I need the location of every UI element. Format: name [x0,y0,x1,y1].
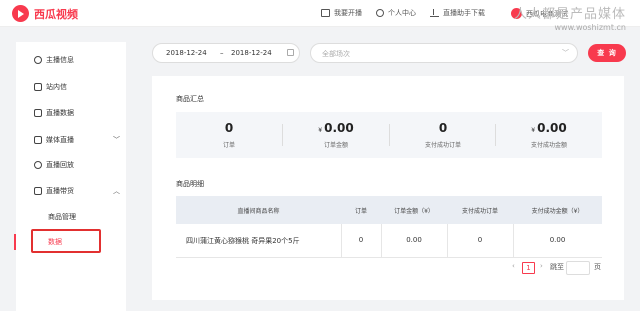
currency-symbol: ¥ [531,127,536,134]
user-circle-icon [34,56,42,64]
sidebar-item-messages[interactable]: 站内信 [16,80,126,94]
sidebar-item-label: 直播数据 [46,109,74,117]
start-live-label: 我要开播 [334,9,362,17]
logo-text: 西瓜视频 [34,7,78,21]
stat-value: 0 [438,121,448,135]
video-camera-icon [321,9,330,17]
stat-value: 0 [224,121,234,135]
personal-center-link[interactable]: 个人中心 [376,8,416,18]
stat-order-amount: ¥0.00 订单金额 [283,112,389,158]
personal-center-label: 个人中心 [388,9,416,17]
date-range-picker[interactable]: 2018-12-24 – 2018-12-24 [152,43,300,63]
start-live-link[interactable]: 我要开播 [321,8,362,18]
stat-label: 支付成功金额 [530,142,567,149]
column-header: 支付成功金额（¥） [531,208,584,215]
table-row: 四川蒲江黄心猕猴桃 奇异果20个5斤 0 0.00 0 0.00 [176,224,602,258]
chevron-up-icon: ︿ [113,187,120,195]
summary-title: 商品汇总 [176,95,204,103]
chevron-down-icon: ﹀ [113,136,120,144]
sidebar-item-label: 直播回放 [46,161,74,169]
sidebar: 主播信息 站内信 直播数据 媒体直播 ﹀ 直播回放 直播带货 ︿ 商品管理 [16,42,126,311]
watermark-title: 人人都是产品媒体 [513,7,626,22]
replay-icon [34,161,42,169]
watermark-url: www.woshizmt.cn [554,23,626,32]
scene-select[interactable]: 全部场次 ﹀ [310,43,578,63]
sidebar-subitem-goods-management[interactable]: 商品管理 [48,212,76,222]
logo[interactable]: 西瓜视频 [12,5,78,22]
active-indicator [14,234,16,250]
sidebar-subitem-data[interactable]: 数据 [48,237,62,247]
start-date: 2018-12-24 [166,49,207,57]
date-separator: – [220,49,224,57]
sidebar-item-media-live[interactable]: 媒体直播 ﹀ [16,133,126,147]
stat-label: 订单金额 [323,142,348,149]
scene-select-placeholder: 全部场次 [322,50,350,58]
table-cell: 0 [358,236,364,244]
column-header: 订单金额（¥） [394,208,434,215]
stat-label: 订单 [222,142,235,149]
stat-paid-amount: ¥0.00 支付成功金额 [496,112,602,158]
stat-value: 0.00 [324,121,354,135]
table-cell: 0.00 [549,236,566,244]
jump-label: 跳至 [550,263,564,271]
stat-orders: 0 订单 [176,112,282,158]
table-cell: 四川蒲江黄心猕猴桃 奇异果20个5斤 [186,237,300,245]
stat-value: 0.00 [537,121,567,135]
summary-stats: 0 订单 ¥0.00 订单金额 0 支付成功订单 ¥0.00 支付成功金额 [176,112,602,158]
logo-icon [12,5,29,22]
page-unit-label: 页 [594,263,601,271]
page-number-current[interactable]: 1 [522,262,535,274]
sidebar-item-live-data[interactable]: 直播数据 [16,106,126,120]
prev-page-button[interactable]: ‹ [512,262,515,270]
column-header: 订单 [354,208,367,215]
assistant-download-label: 直播助手下载 [443,9,485,17]
user-icon [376,9,384,17]
currency-symbol: ¥ [318,127,323,134]
mail-icon [34,83,42,91]
highlight-box [31,229,101,253]
download-icon [430,9,439,17]
data-icon [34,109,42,117]
assistant-download-link[interactable]: 直播助手下载 [430,8,485,18]
column-header: 支付成功订单 [461,208,498,215]
sidebar-item-label: 站内信 [46,83,67,91]
table-cell: 0 [477,236,483,244]
sidebar-item-label: 媒体直播 [46,136,74,144]
main-panel: 商品汇总 0 订单 ¥0.00 订单金额 0 支付成功订单 ¥0.00 支付成功… [152,76,624,300]
sidebar-item-label: 直播带货 [46,187,74,195]
column-header: 直播间商品名称 [237,208,280,215]
query-button[interactable]: 查 询 [588,44,626,62]
end-date: 2018-12-24 [231,49,272,57]
next-page-button[interactable]: › [540,262,543,270]
jump-page-input[interactable] [566,261,590,275]
chevron-down-icon: ﹀ [562,49,569,57]
table-header: 直播间商品名称 订单 订单金额（¥） 支付成功订单 支付成功金额（¥） [176,196,602,224]
sidebar-item-live-selling[interactable]: 直播带货 ︿ [16,184,126,198]
watermark: 人人都是产品媒体 www.woshizmt.cn [514,3,626,32]
calendar-icon [287,49,294,56]
sidebar-item-label: 主播信息 [46,56,74,64]
media-icon [34,136,42,144]
sidebar-item-replay[interactable]: 直播回放 [16,158,126,172]
table-cell: 0.00 [406,236,422,244]
stat-label: 支付成功订单 [424,142,461,149]
sidebar-item-anchor-info[interactable]: 主播信息 [16,53,126,67]
stat-paid-orders: 0 支付成功订单 [390,112,496,158]
cart-icon [34,187,42,195]
detail-title: 商品明细 [176,180,204,188]
